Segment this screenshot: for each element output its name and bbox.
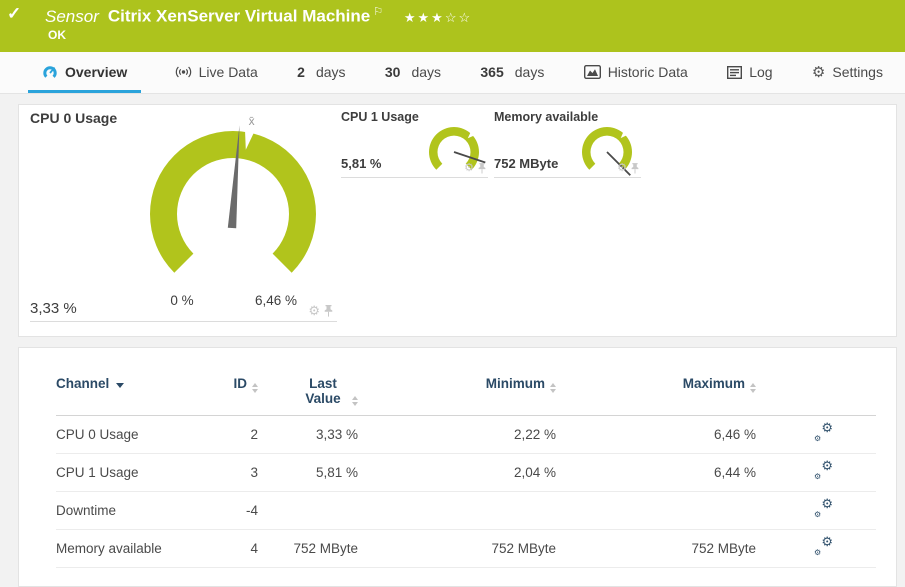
chevron-down-icon	[116, 383, 125, 388]
gauge-value-cpu0: 3,33 %	[30, 300, 77, 317]
pin-icon[interactable]	[324, 304, 333, 317]
sort-icon	[352, 396, 358, 406]
tab-2-days[interactable]: 2 days	[291, 52, 351, 93]
tab-365-days[interactable]: 365 days	[474, 52, 550, 93]
panel-gear-icon[interactable]: ⚙	[464, 163, 474, 174]
gauges-card: CPU 0 Usage x̄ 0 % 6,46 % 3,33 % ⚙ CPU 1…	[18, 104, 897, 337]
column-header-last-value[interactable]: Last Value	[258, 376, 358, 416]
channel-maximum: 6,44 %	[556, 453, 756, 492]
edit-channel-gears-icon[interactable]: ⚙ ⚙	[814, 497, 834, 519]
channel-last-value	[258, 491, 358, 530]
edit-channel-gears-icon[interactable]: ⚙ ⚙	[814, 535, 834, 557]
status-check-icon: ✓	[7, 4, 22, 23]
sensor-kind-label: Sensor	[45, 6, 99, 26]
gauge-title-cpu1: CPU 1 Usage	[341, 110, 419, 124]
gauge-title-cpu0: CPU 0 Usage	[30, 110, 118, 126]
column-header-channel[interactable]: Channel	[56, 376, 226, 416]
channels-card: Channel ID Last Value Minimum Maximum CP…	[18, 347, 897, 587]
sort-icon	[252, 383, 258, 393]
channel-maximum	[556, 491, 756, 530]
sort-icon	[550, 383, 556, 393]
column-header-actions	[756, 376, 876, 416]
gauge-panel-cpu1: CPU 1 Usage 5,81 % ⚙	[341, 110, 488, 178]
tab-log[interactable]: Log	[721, 52, 778, 93]
gauge-panel-cpu0: CPU 0 Usage x̄ 0 % 6,46 % 3,33 % ⚙	[30, 110, 337, 322]
broadcast-icon	[175, 66, 191, 78]
flag-icon: ⚐	[373, 6, 384, 18]
edit-channel-gears-icon[interactable]: ⚙ ⚙	[814, 459, 834, 481]
area-chart-icon	[583, 65, 601, 79]
column-header-maximum[interactable]: Maximum	[556, 376, 756, 416]
gauge-value-memory: 752 MByte	[494, 156, 559, 171]
tab-bar: Overview Live Data 2 days 30 days 365 da…	[0, 52, 905, 94]
sensor-status-bar: ✓ Sensor Citrix XenServer Virtual Machine…	[0, 0, 905, 52]
channel-name: CPU 1 Usage	[56, 453, 226, 492]
channel-minimum: 2,22 %	[358, 415, 556, 454]
tab-overview[interactable]: Overview	[28, 52, 142, 93]
status-badge: OK	[48, 28, 66, 42]
channel-table: Channel ID Last Value Minimum Maximum CP…	[56, 376, 876, 568]
pin-icon[interactable]	[631, 163, 639, 174]
edit-channel-gears-icon[interactable]: ⚙ ⚙	[814, 421, 834, 443]
channel-id: -4	[226, 491, 258, 530]
table-row[interactable]: Downtime -4 ⚙ ⚙	[56, 491, 876, 530]
gauge-scale-min: 0 %	[170, 293, 194, 308]
tab-settings[interactable]: ⚙ Settings	[806, 52, 889, 93]
gear-icon: ⚙	[811, 63, 826, 81]
sensor-title: Citrix XenServer Virtual Machine	[107, 6, 371, 26]
table-row[interactable]: CPU 1 Usage 3 5,81 % 2,04 % 6,44 % ⚙ ⚙	[56, 453, 876, 492]
log-icon	[727, 65, 743, 79]
channel-last-value: 3,33 %	[258, 415, 358, 454]
pin-icon[interactable]	[478, 163, 486, 174]
channel-last-value: 5,81 %	[258, 453, 358, 492]
gauge-panel-memory: Memory available 752 MByte ⚙	[494, 110, 641, 178]
panel-gear-icon[interactable]: ⚙	[308, 304, 320, 317]
channel-maximum: 6,46 %	[556, 415, 756, 454]
stars-empty: ☆☆	[444, 9, 473, 25]
panel-gear-icon[interactable]: ⚙	[617, 163, 627, 174]
channel-minimum	[358, 491, 556, 530]
gauge-icon	[43, 65, 57, 80]
channel-id: 2	[226, 415, 258, 454]
table-row[interactable]: CPU 0 Usage 2 3,33 % 2,22 % 6,46 % ⚙ ⚙	[56, 415, 876, 454]
channel-id: 3	[226, 453, 258, 492]
table-header-row: Channel ID Last Value Minimum Maximum	[56, 376, 876, 416]
stars-filled: ★★★	[403, 9, 445, 25]
gauge-cpu0-svg: x̄	[150, 114, 316, 273]
channel-name: Downtime	[56, 491, 226, 530]
column-header-minimum[interactable]: Minimum	[358, 376, 556, 416]
sort-icon	[750, 383, 756, 393]
tab-live-data[interactable]: Live Data	[169, 52, 264, 93]
channel-minimum: 2,04 %	[358, 453, 556, 492]
tab-30-days[interactable]: 30 days	[379, 52, 447, 93]
gauge-scale-max: 6,46 %	[254, 293, 298, 308]
svg-text:x̄: x̄	[249, 114, 255, 128]
gauge-value-cpu1: 5,81 %	[341, 156, 382, 171]
tab-historic-data[interactable]: Historic Data	[578, 52, 694, 93]
channel-name: CPU 0 Usage	[56, 415, 226, 454]
priority-stars[interactable]: ★★★☆☆	[404, 10, 472, 25]
column-header-id[interactable]: ID	[226, 376, 258, 416]
